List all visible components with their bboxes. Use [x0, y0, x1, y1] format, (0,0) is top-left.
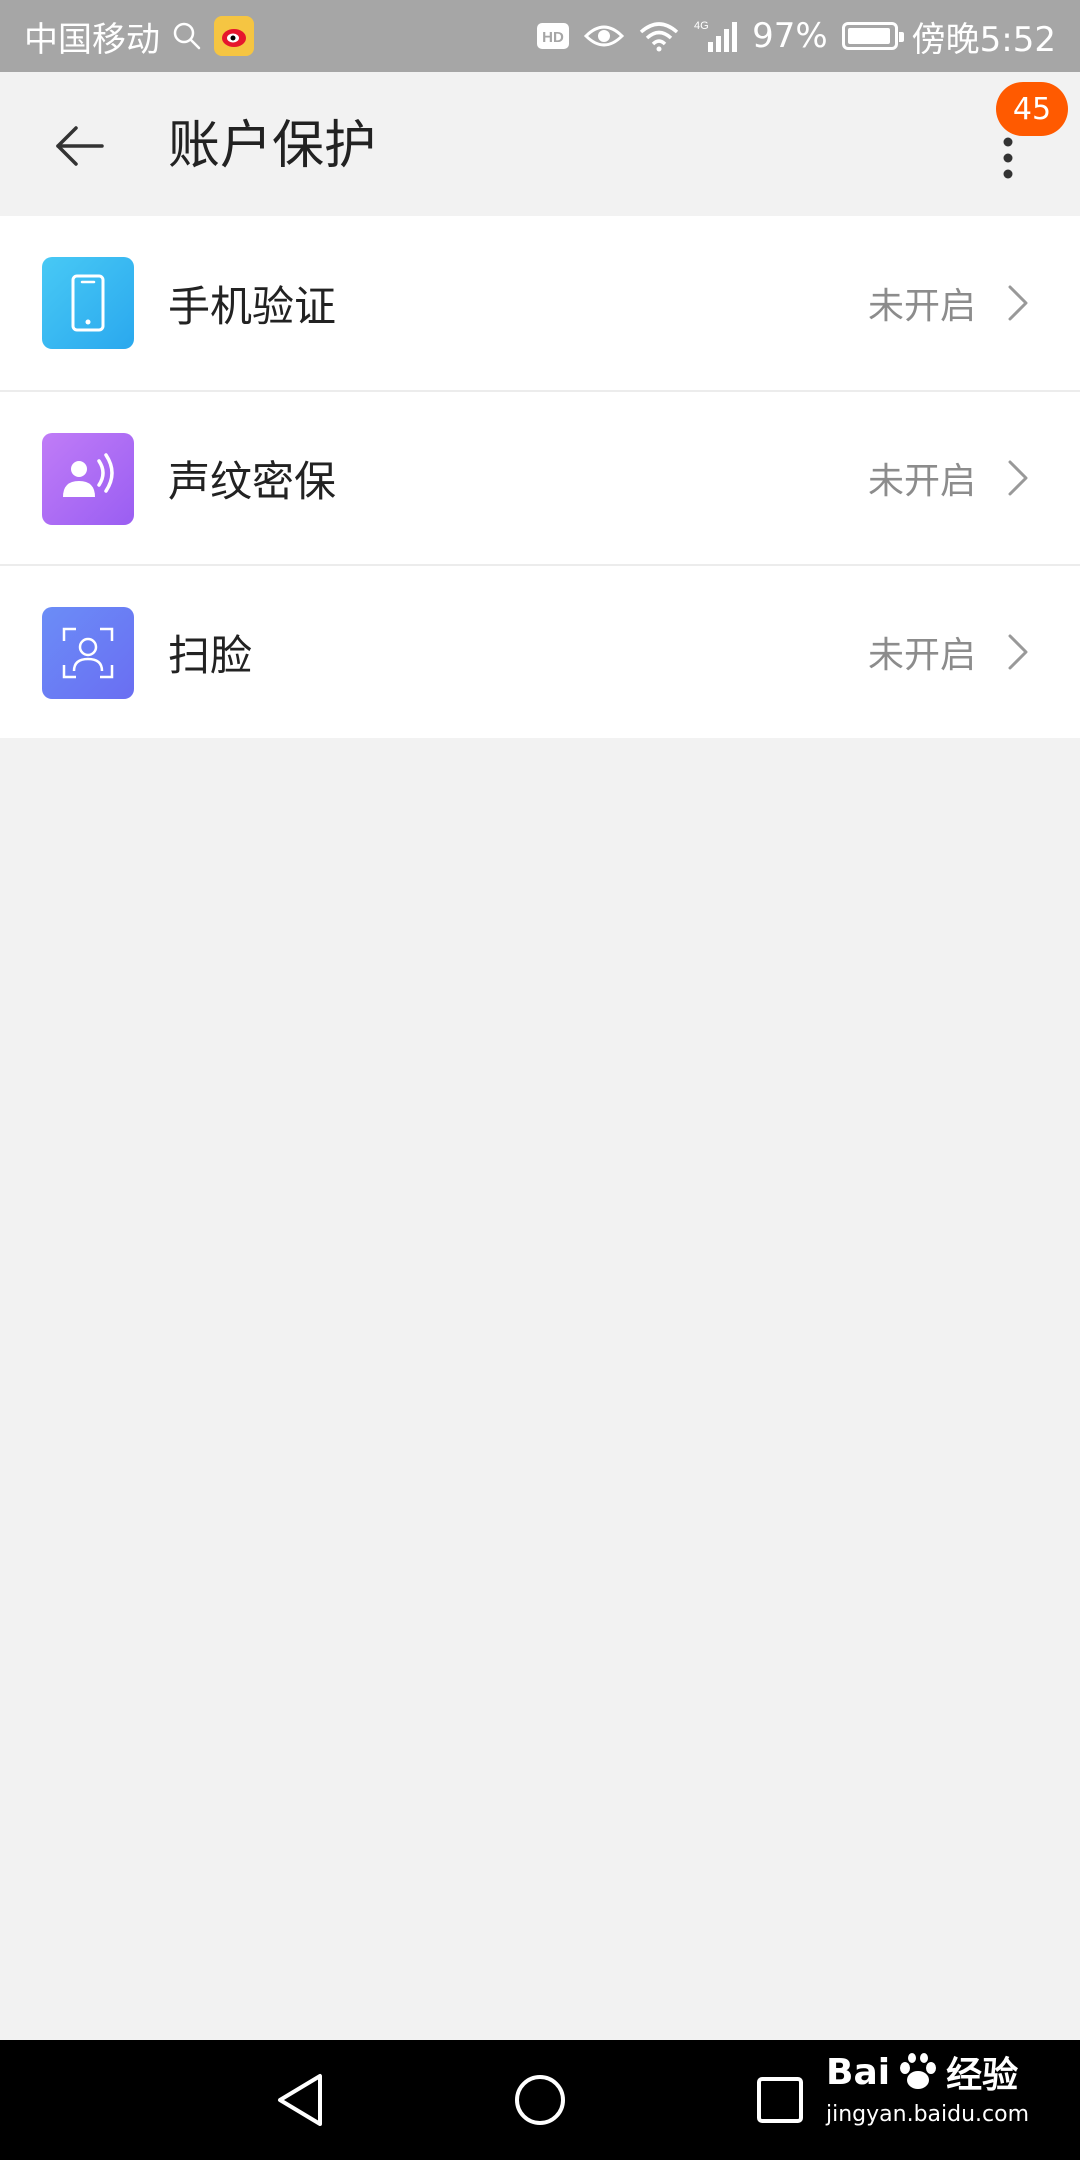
circle-home-icon	[515, 2075, 565, 2125]
triangle-back-icon	[278, 2074, 322, 2126]
item-label: 声纹密保	[168, 456, 337, 506]
network-type: 4G	[694, 20, 709, 32]
baidu-jingyan-watermark: Bai 经验 jingyan.baidu.com	[826, 2046, 1056, 2156]
back-button[interactable]	[44, 110, 116, 182]
hd-icon: HD	[536, 21, 570, 51]
nav-back-button[interactable]	[264, 2064, 336, 2136]
square-recents-icon	[757, 2077, 803, 2123]
battery-fill	[847, 28, 891, 44]
item-label: 扫脸	[168, 630, 253, 680]
voiceprint-icon	[42, 433, 134, 525]
carrier-name: 中国移动	[24, 19, 160, 60]
notification-badge: 45	[996, 82, 1068, 136]
nav-recents-button[interactable]	[744, 2064, 816, 2136]
status-bar-left: 中国移动	[24, 12, 254, 61]
item-status: 未开启	[867, 635, 976, 676]
chevron-right-icon	[1000, 279, 1036, 327]
face-scan-icon	[42, 607, 134, 699]
wifi-icon	[638, 20, 680, 52]
list-item-voiceprint[interactable]: 声纹密保 未开启	[0, 390, 1080, 564]
back-arrow-icon	[56, 126, 104, 166]
watermark-brand-text: Bai	[826, 2051, 891, 2093]
list-item-face-scan[interactable]: 扫脸 未开启	[0, 564, 1080, 738]
battery-percent: 97%	[752, 16, 828, 56]
clock: 傍晚5:52	[911, 19, 1056, 60]
baidu-paw-icon	[900, 2053, 937, 2089]
battery-icon	[841, 22, 904, 50]
chevron-right-icon	[1000, 454, 1036, 502]
item-label: 手机验证	[168, 281, 337, 331]
status-bar: 中国移动 HD 4G 97% 傍晚5:52	[0, 0, 1080, 72]
nav-home-button[interactable]	[504, 2064, 576, 2136]
app-header: 账户保护 45	[0, 72, 1080, 216]
watermark-brand: Bai 经验	[826, 2046, 1056, 2098]
chevron-right-icon	[1000, 628, 1036, 676]
item-status: 未开启	[867, 286, 976, 327]
more-vertical-icon	[1003, 137, 1013, 179]
eye-icon	[584, 22, 625, 50]
weibo-app-icon	[214, 16, 254, 56]
watermark-url: jingyan.baidu.com	[826, 2102, 1030, 2127]
phone-icon	[42, 257, 134, 349]
status-bar-right: HD 4G 97% 傍晚5:52	[536, 12, 1056, 61]
watermark-brand-suffix: 经验	[946, 2055, 1019, 2096]
signal-icon: 4G	[694, 18, 738, 54]
search-icon	[172, 21, 202, 51]
protection-list: 手机验证 未开启 声纹密保 未开启 扫脸 未开启	[0, 216, 1080, 738]
page-title: 账户保护	[168, 116, 377, 176]
list-item-phone-verification[interactable]: 手机验证 未开启	[0, 216, 1080, 390]
item-status: 未开启	[867, 461, 976, 502]
hd-icon-label: HD	[542, 29, 564, 46]
